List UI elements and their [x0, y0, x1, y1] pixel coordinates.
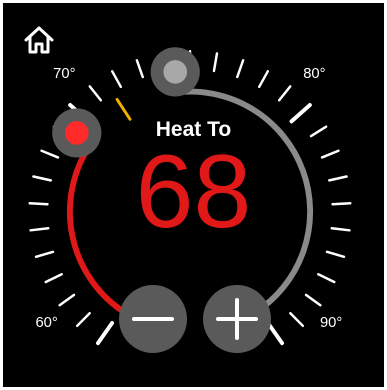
dial-tick: [257, 70, 270, 89]
dial-tick: [277, 85, 292, 102]
dial-tick: [212, 52, 219, 73]
dial-tick: [289, 311, 305, 328]
dial-tick: [88, 85, 103, 102]
dial-tick: [95, 321, 115, 346]
home-icon: [24, 26, 54, 54]
dial-tick: [44, 273, 63, 284]
current-temperature-indicator: [115, 97, 132, 121]
dial-tick: [304, 293, 322, 307]
dial-tick: [135, 59, 144, 79]
dial-tick: [75, 311, 91, 328]
scale-label-80: 80°: [303, 66, 325, 82]
scale-label-60: 60°: [35, 315, 57, 331]
increase-button[interactable]: [203, 285, 271, 353]
decrease-button[interactable]: [119, 285, 187, 353]
dial-tick: [325, 250, 346, 259]
plus-icon: [216, 298, 258, 340]
dial-tick: [110, 70, 123, 89]
dial-tick: [236, 59, 245, 79]
dial-tick: [317, 273, 336, 284]
thermostat-screen: 70° 80° 60° 90° Heat To 68: [0, 0, 387, 390]
scale-label-70: 70°: [53, 66, 75, 82]
dial-tick: [34, 250, 55, 259]
setpoint-value: 68: [135, 134, 252, 250]
home-button[interactable]: [23, 24, 55, 56]
cool-setpoint-handle[interactable]: [150, 47, 200, 97]
dial-tick: [58, 293, 76, 307]
scale-label-90: 90°: [320, 315, 342, 331]
minus-icon: [132, 317, 174, 321]
